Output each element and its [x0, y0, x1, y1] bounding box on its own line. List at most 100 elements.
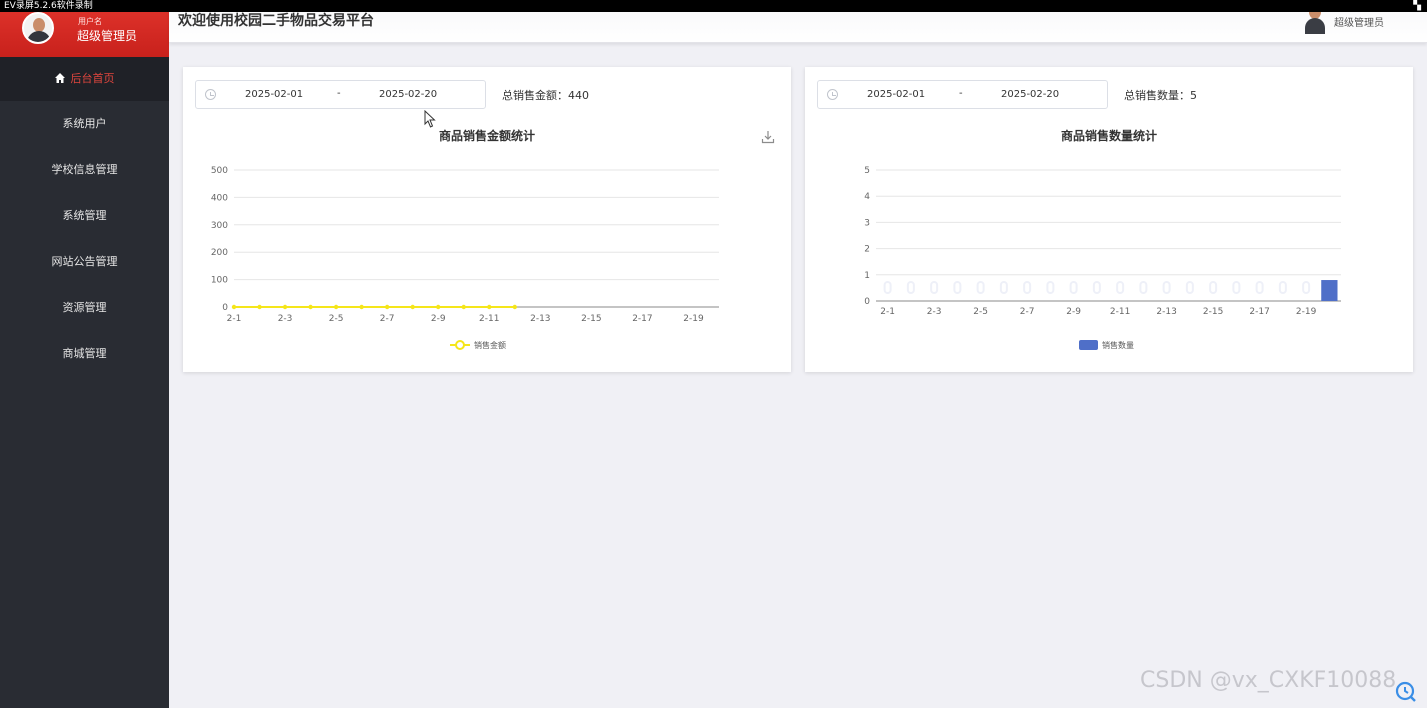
sidebar-item-home[interactable]: 后台首页: [0, 57, 169, 101]
y-tick-label: 5: [864, 166, 870, 176]
sales-amount-panel: 2025-02-01 - 2025-02-20 总销售金额：440 商品销售金额…: [183, 67, 791, 372]
home-icon: [54, 73, 65, 83]
y-tick-label: 500: [211, 166, 228, 176]
data-point: [257, 304, 262, 310]
recorder-label: EV录屏5.2.6软件录制: [4, 1, 93, 11]
x-tick-label: 2-7: [380, 314, 395, 324]
mouse-cursor-icon: [424, 110, 436, 128]
recorder-bar: EV录屏5.2.6软件录制 ▚: [0, 0, 1427, 12]
zero-value-marker: [1232, 281, 1241, 294]
x-tick-label: 2-13: [1156, 307, 1176, 317]
legend-swatch: [1079, 340, 1098, 350]
zero-value-marker: [1255, 281, 1264, 294]
date-end-input[interactable]: 2025-02-20: [379, 89, 437, 100]
data-point: [308, 304, 313, 310]
y-tick-label: 2: [864, 245, 870, 255]
data-point: [282, 304, 288, 310]
sidebar-item-label: 系统用户: [62, 117, 107, 130]
legend-label: 销售金额: [474, 340, 506, 350]
x-tick-label: 2-13: [530, 314, 550, 324]
sidebar-item-mall[interactable]: 商城管理: [0, 331, 169, 377]
sidebar-item-label: 学校信息管理: [51, 163, 118, 176]
sidebar-menu: 后台首页 系统用户 学校信息管理 系统管理 网站公告管理 资源管理 商城管理: [0, 57, 169, 377]
zero-value-marker: [1023, 281, 1032, 294]
sidebar-item-system-users[interactable]: 系统用户: [0, 101, 169, 147]
zero-value-marker: [1162, 281, 1171, 294]
zero-value-marker: [953, 281, 962, 294]
sidebar-item-label: 系统管理: [62, 209, 107, 222]
zero-value-marker: [1069, 281, 1078, 294]
zero-value-marker: [1139, 281, 1148, 294]
date-separator: -: [337, 88, 341, 99]
user-name: 超级管理员: [77, 29, 138, 43]
clock-icon: [205, 89, 216, 100]
data-point: [512, 304, 517, 310]
data-point: [461, 304, 466, 310]
x-tick-label: 2-19: [1296, 307, 1317, 317]
date-start-input[interactable]: 2025-02-01: [867, 89, 925, 100]
download-icon[interactable]: [761, 130, 775, 144]
total-sales-amount: 总销售金额：440: [502, 89, 589, 102]
data-point: [359, 304, 364, 310]
x-tick-label: 2-3: [278, 314, 293, 324]
sales-count-panel: 2025-02-01 - 2025-02-20 总销售数量：5 商品销售数量统计…: [805, 67, 1413, 372]
date-end-input[interactable]: 2025-02-20: [1001, 89, 1059, 100]
refresh-icon[interactable]: [1394, 680, 1418, 704]
header-user-name[interactable]: 超级管理员: [1334, 14, 1384, 29]
zero-value-marker: [1302, 281, 1311, 294]
x-tick-label: 2-15: [581, 314, 601, 324]
date-range-picker[interactable]: 2025-02-01 - 2025-02-20: [195, 80, 486, 109]
x-tick-label: 2-11: [1110, 307, 1130, 317]
y-tick-label: 1: [864, 271, 870, 281]
chart-title: 商品销售金额统计: [438, 129, 535, 143]
avatar[interactable]: [22, 12, 54, 44]
sidebar-item-system-management[interactable]: 系统管理: [0, 193, 169, 239]
data-point: [487, 304, 492, 310]
sidebar-item-label: 资源管理: [62, 301, 107, 314]
x-tick-label: 2-7: [1020, 307, 1035, 317]
x-tick-label: 2-1: [880, 307, 895, 317]
sales-count-chart: 0 1 2 3 4 5 2-1 2-3 2-5 2-7 2-9 2-11 2-13 2-15 2-17 2-1…: [864, 166, 1341, 350]
zero-value-marker: [1046, 281, 1055, 294]
x-tick-label: 2-11: [479, 314, 499, 324]
data-point: [231, 304, 237, 310]
legend-marker: [455, 340, 465, 350]
chart-title: 商品销售数量统计: [1060, 129, 1157, 143]
date-start-input[interactable]: 2025-02-01: [245, 89, 303, 100]
bar: [1321, 280, 1338, 301]
x-tick-label: 2-15: [1203, 307, 1223, 317]
data-point: [333, 304, 339, 310]
data-point: [410, 304, 415, 310]
total-sales-count: 总销售数量：5: [1124, 89, 1197, 102]
x-tick-label: 2-9: [431, 314, 446, 324]
zero-value-marker: [1092, 281, 1101, 294]
date-range-picker[interactable]: 2025-02-01 - 2025-02-20: [817, 80, 1108, 109]
y-tick-label: 4: [864, 192, 870, 202]
sidebar-item-resources[interactable]: 资源管理: [0, 285, 169, 331]
zero-value-marker: [976, 281, 985, 294]
x-tick-label: 2-17: [1249, 307, 1269, 317]
y-tick-label: 200: [211, 248, 228, 258]
sidebar-item-school-info[interactable]: 学校信息管理: [0, 147, 169, 193]
zero-value-marker: [1185, 281, 1194, 294]
zero-value-marker: [906, 281, 915, 294]
sidebar: 用户名 超级管理员 后台首页 系统用户 学校信息管理 系统管理 网站公告管理 资…: [0, 0, 169, 708]
sidebar-item-label: 后台首页: [70, 72, 115, 85]
x-tick-label: 2-5: [329, 314, 344, 324]
y-tick-label: 100: [211, 276, 228, 286]
date-separator: -: [959, 88, 963, 99]
sidebar-item-label: 网站公告管理: [51, 255, 118, 268]
zero-value-marker: [999, 281, 1008, 294]
y-tick-label: 0: [222, 303, 228, 313]
sidebar-item-announcements[interactable]: 网站公告管理: [0, 239, 169, 285]
zero-value-marker: [883, 281, 892, 294]
y-tick-label: 400: [211, 193, 228, 203]
fullscreen-icon[interactable]: ▚: [1413, 0, 1421, 12]
x-tick-label: 2-19: [683, 314, 704, 324]
watermark: CSDN @vx_CXKF10088: [1140, 668, 1397, 693]
data-point: [384, 304, 390, 310]
y-tick-label: 300: [211, 221, 228, 231]
page-title: 欢迎使用校园二手物品交易平台: [178, 13, 374, 29]
y-tick-label: 3: [864, 218, 870, 228]
zero-value-marker: [1278, 281, 1287, 294]
